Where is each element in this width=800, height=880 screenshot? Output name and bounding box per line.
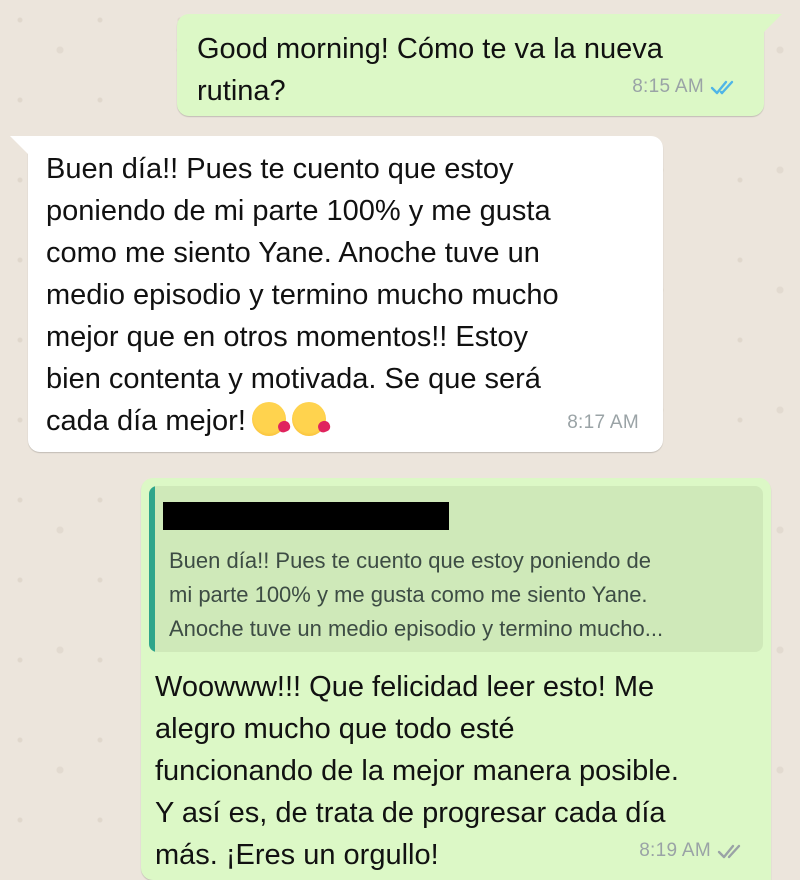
redacted-author-name bbox=[163, 502, 449, 530]
quote-accent-bar bbox=[149, 486, 155, 652]
face-blowing-kiss-icon bbox=[251, 402, 286, 436]
outgoing-reply-message[interactable]: Buen día!! Pues te cuento que estoy poni… bbox=[141, 478, 771, 880]
message-meta: 8:15 AM bbox=[632, 66, 740, 108]
face-blowing-kiss-icon bbox=[291, 402, 326, 436]
message-time: 8:17 AM bbox=[567, 412, 639, 433]
bubble-tail bbox=[762, 14, 782, 34]
message-body: Buen día!! Pues te cuento que estoy poni… bbox=[46, 153, 559, 437]
double-check-read-icon bbox=[710, 80, 734, 95]
quoted-text: Buen día!! Pues te cuento que estoy poni… bbox=[169, 548, 664, 641]
message-meta: 8:17 AM bbox=[567, 402, 639, 444]
quoted-message[interactable]: Buen día!! Pues te cuento que estoy poni… bbox=[149, 486, 763, 652]
message-time: 8:19 AM bbox=[639, 840, 711, 861]
incoming-message[interactable]: Buen día!! Pues te cuento que estoy poni… bbox=[10, 136, 663, 452]
bubble-tail bbox=[10, 136, 30, 156]
double-check-delivered-icon bbox=[717, 844, 741, 859]
outgoing-message[interactable]: Good morning! Cómo te va la nueva rutina… bbox=[177, 14, 782, 116]
message-time: 8:15 AM bbox=[632, 76, 704, 97]
message-meta: 8:19 AM bbox=[639, 830, 747, 872]
